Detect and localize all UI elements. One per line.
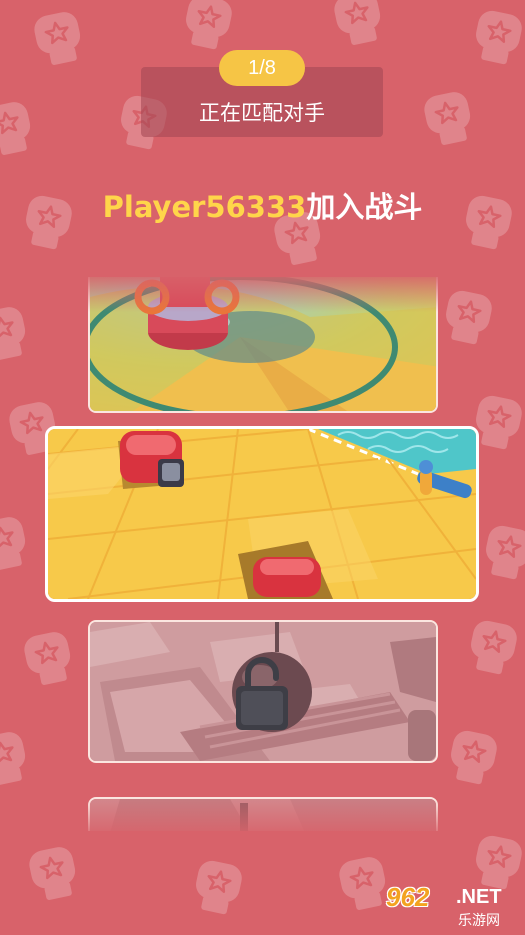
boxing-glove-icon: [0, 89, 48, 163]
watermark-logo: 962: [386, 882, 430, 912]
joined-text: 加入战斗: [306, 190, 423, 224]
player-count-badge: 1/8: [219, 50, 305, 86]
boxing-glove-icon: [459, 609, 525, 683]
boxing-glove-icon: [434, 279, 508, 353]
boxing-glove-icon: [414, 79, 488, 153]
boxing-glove-icon: [14, 619, 88, 693]
boxing-glove-icon: [184, 849, 258, 923]
boxing-glove-icon: [0, 504, 43, 578]
scroll-fade-bottom: [80, 800, 445, 838]
watermark-net: .NET: [456, 886, 502, 908]
player-joined-message: Player56333加入战斗: [0, 184, 525, 226]
boxing-glove-icon: [439, 719, 513, 793]
watermark-subtitle: 乐游网: [458, 913, 500, 929]
boxing-glove-icon: [0, 294, 43, 368]
map-card-factory-locked: [88, 620, 438, 763]
boxing-glove-icon: [24, 0, 98, 73]
map-card-tiles[interactable]: [45, 426, 479, 602]
boxing-glove-icon: [464, 0, 525, 73]
boxing-glove-icon: [474, 514, 525, 588]
boxing-glove-icon: [324, 0, 398, 53]
matching-status-text: 正在匹配对手: [199, 101, 325, 125]
boxing-glove-icon: [0, 719, 43, 793]
boxing-glove-icon: [19, 834, 93, 908]
site-watermark: 962 .NET 乐游网: [386, 880, 520, 930]
player-name: Player56333: [102, 190, 307, 224]
scroll-fade-top: [80, 272, 445, 312]
